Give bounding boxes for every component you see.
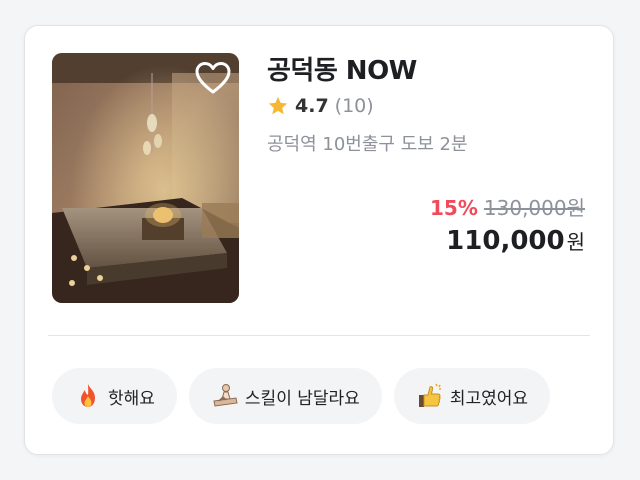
shop-info: 공덕동 NOW 4.7 (10) 공덕역 10번출구 도보 2분 xyxy=(267,53,585,156)
fire-icon xyxy=(81,384,95,407)
location-text: 공덕역 10번출구 도보 2분 xyxy=(267,134,468,155)
star-icon xyxy=(268,96,288,115)
heart-outline-icon xyxy=(195,62,231,94)
tag-hot[interactable]: 핫해요 xyxy=(52,368,177,424)
review-tag-list: 핫해요 스킬이 남달라요 최고였어요 xyxy=(52,368,551,424)
rating-row: 4.7 (10) xyxy=(267,94,585,118)
favorite-button[interactable] xyxy=(195,61,231,95)
shop-name[interactable]: 공덕동 NOW xyxy=(267,53,585,89)
final-price: 110,000 원 xyxy=(430,224,585,259)
original-price: 130,000원 xyxy=(483,196,585,220)
shop-card[interactable]: 공덕동 NOW 4.7 (10) 공덕역 10번출구 도보 2분 15% 130,… xyxy=(24,25,614,455)
tag-label: 핫해요 xyxy=(108,388,155,409)
shop-thumbnail[interactable] xyxy=(52,53,239,303)
rating-value: 4.7 xyxy=(295,95,329,117)
final-price-amount: 110,000 xyxy=(446,226,565,256)
divider xyxy=(48,335,590,336)
price-discount-row: 15% 130,000원 xyxy=(430,194,585,222)
discount-rate: 15% xyxy=(430,196,478,220)
tag-label: 스킬이 남달라요 xyxy=(244,388,360,409)
review-count[interactable]: (10) xyxy=(335,95,374,117)
massage-icon xyxy=(213,384,238,407)
thumbs-up-icon xyxy=(418,383,441,407)
final-price-unit: 원 xyxy=(566,230,585,254)
tag-label: 최고였어요 xyxy=(449,388,529,409)
tag-skill[interactable]: 스킬이 남달라요 xyxy=(188,368,382,424)
tag-best[interactable]: 최고였어요 xyxy=(393,368,551,424)
price-block: 15% 130,000원 110,000 원 xyxy=(430,194,585,259)
